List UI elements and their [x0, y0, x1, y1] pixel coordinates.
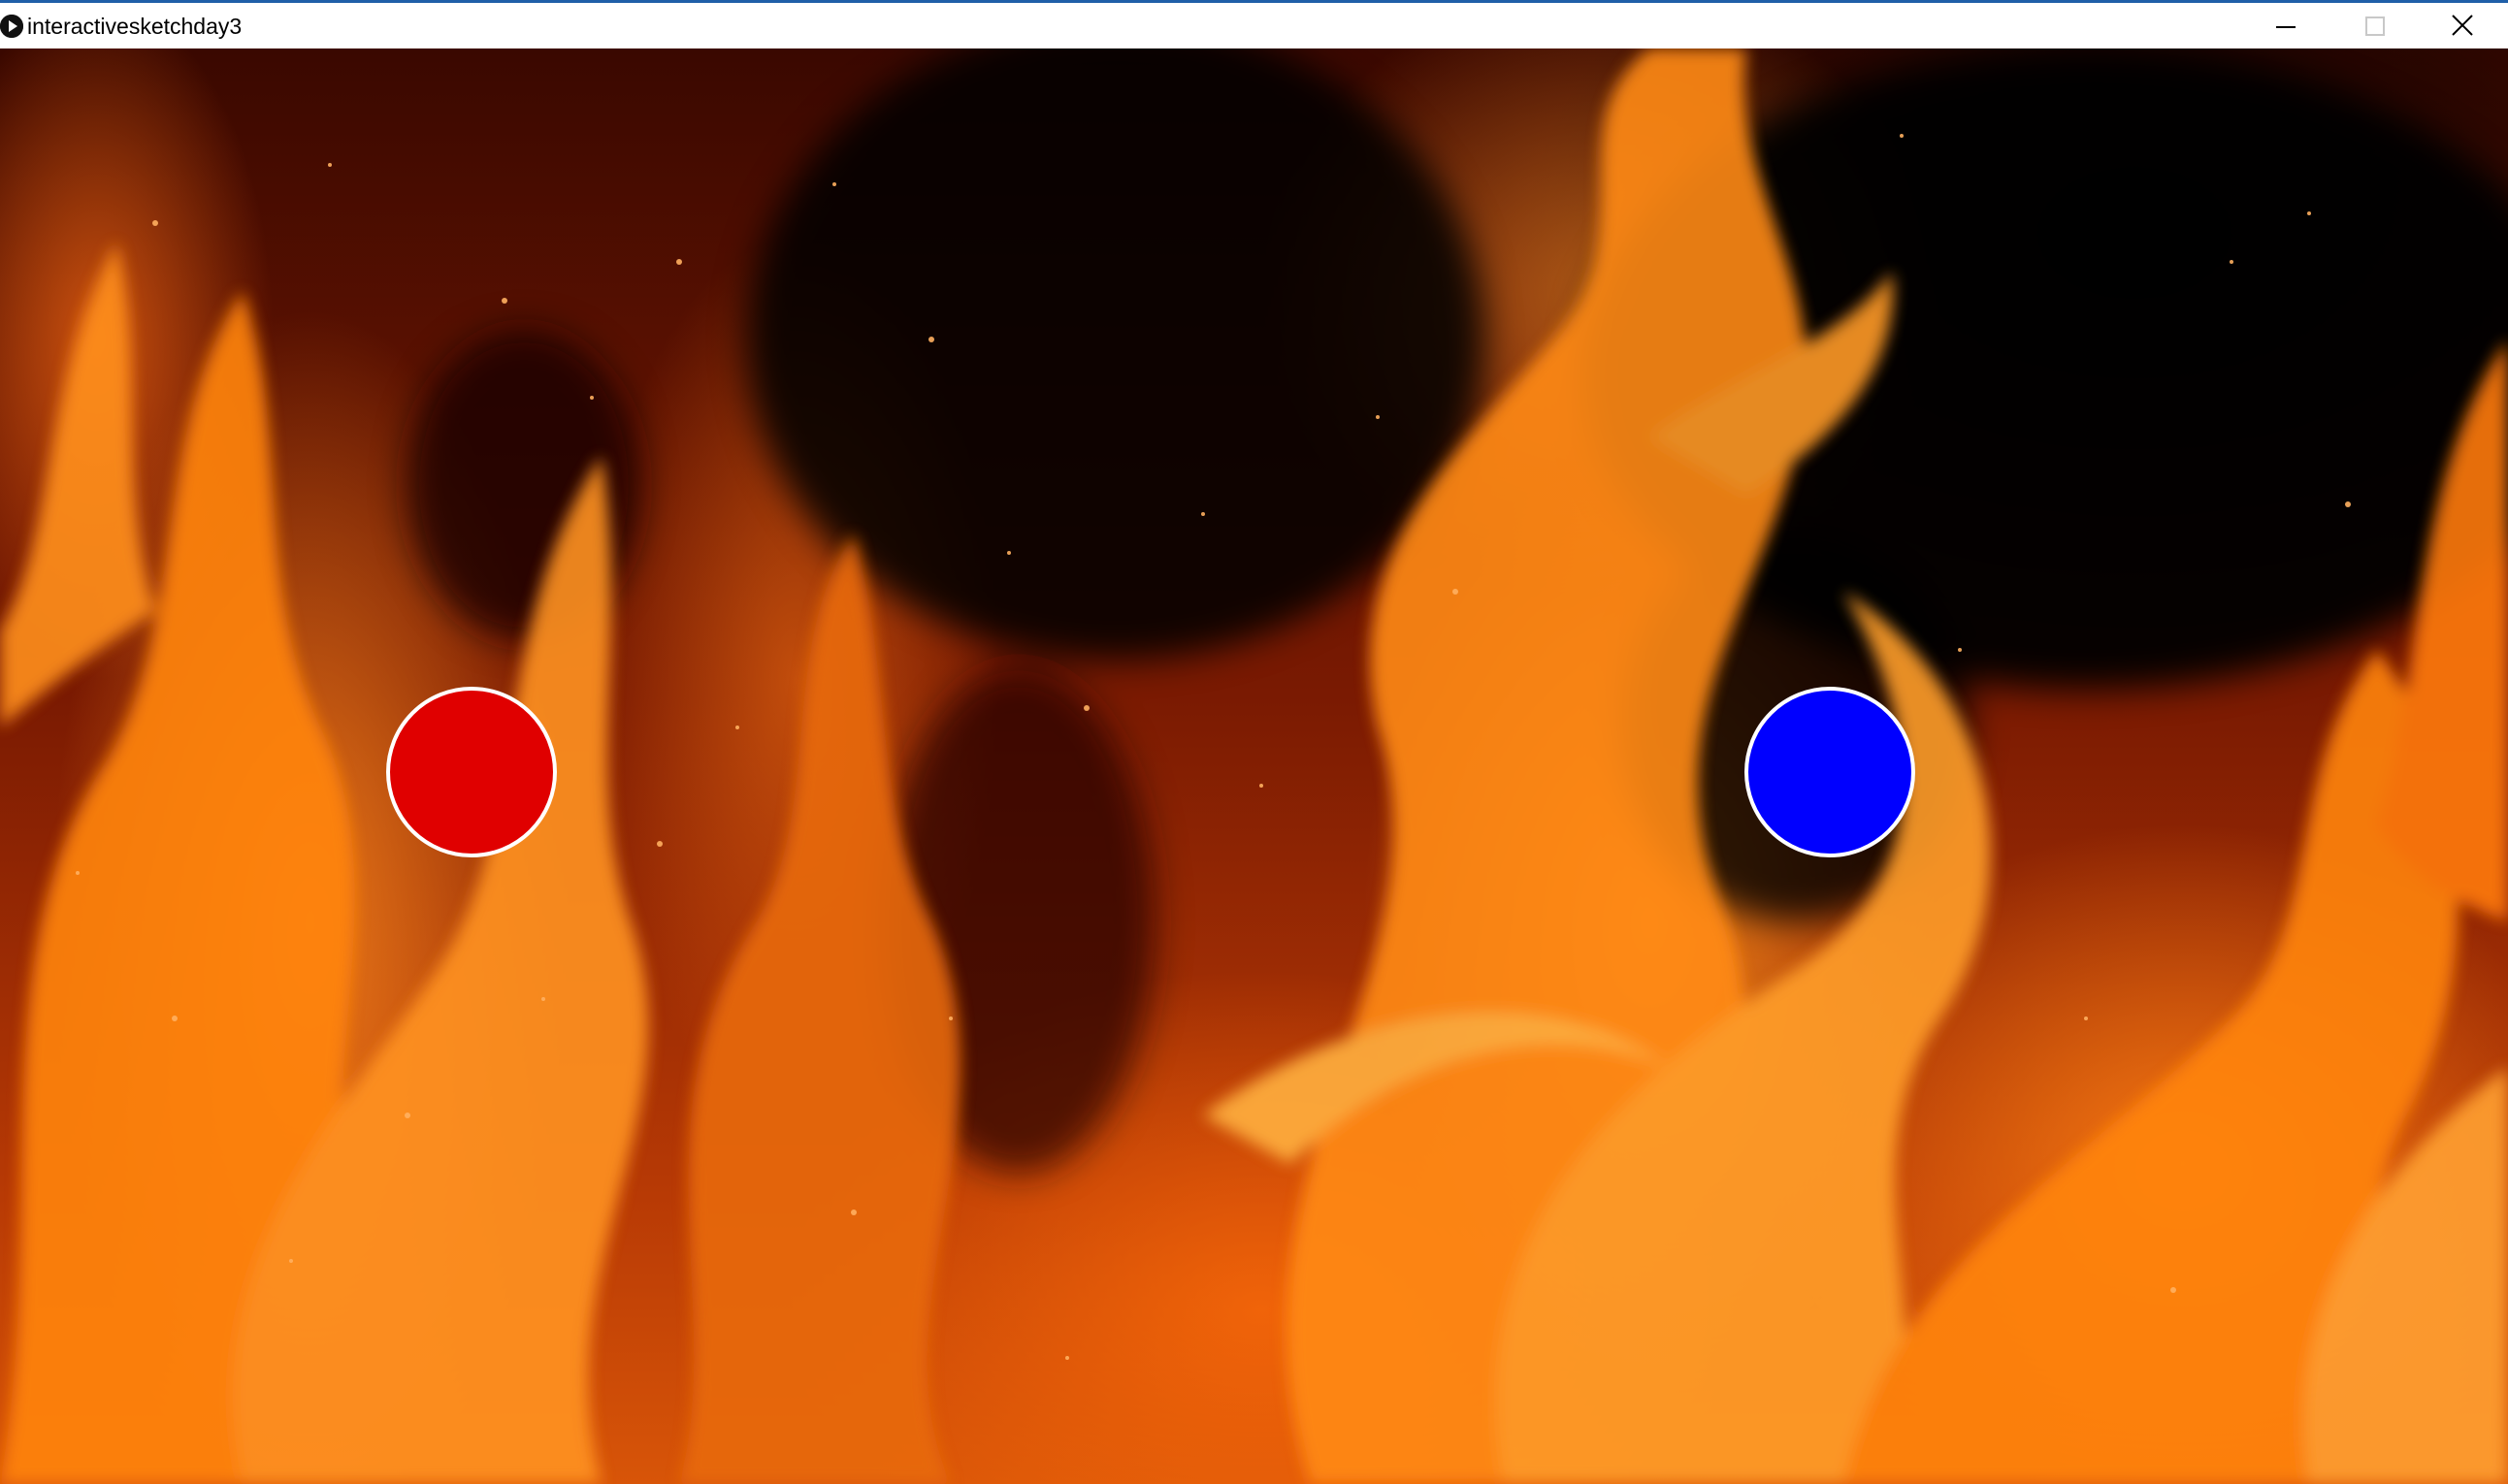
title-bar[interactable]: interactivesketchday3	[0, 0, 2508, 48]
processing-play-icon	[0, 15, 23, 38]
maximize-button[interactable]	[2332, 3, 2422, 48]
minimize-button[interactable]	[2243, 3, 2332, 48]
sketch-canvas[interactable]	[0, 48, 2508, 1484]
close-button[interactable]	[2419, 3, 2508, 48]
window-title: interactivesketchday3	[27, 14, 243, 39]
red-circle[interactable]	[386, 687, 557, 857]
sketch-window: interactivesketchday3	[0, 0, 2508, 1484]
fire-background-image	[0, 48, 2508, 1484]
blue-circle[interactable]	[1744, 687, 1915, 857]
